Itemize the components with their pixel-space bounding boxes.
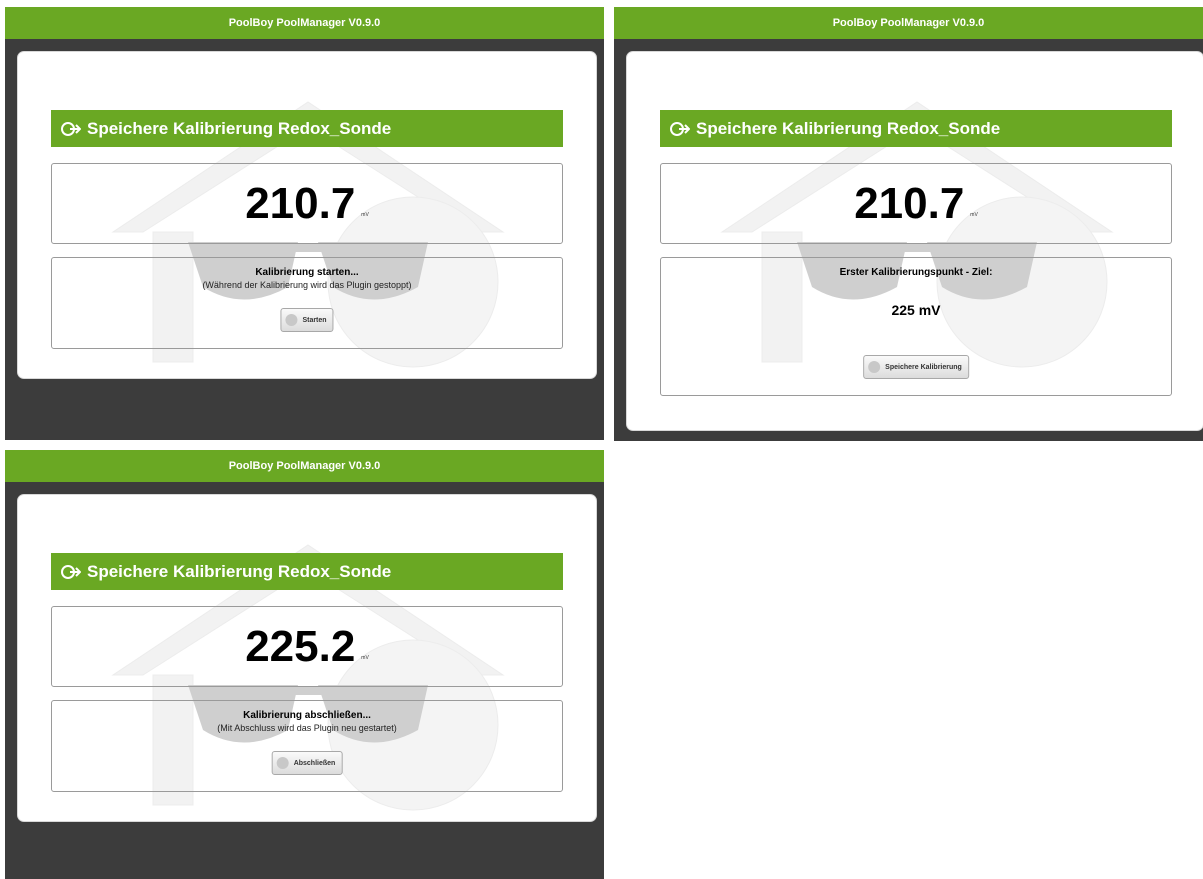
calibration-card: Speichere Kalibrierung Redox_Sonde 210.7… [17, 51, 597, 379]
heading-text: Speichere Kalibrierung Redox_Sonde [87, 561, 392, 581]
save-calibration-button-label: Speichere Kalibrierung [885, 363, 962, 371]
app-title-bar: PoolBoy PoolManager V0.9.0 [5, 7, 604, 39]
finish-button[interactable]: Abschließen [271, 751, 343, 775]
check-circle-icon [285, 314, 298, 326]
measurement-unit: mV [970, 211, 978, 218]
calibration-heading: Speichere Kalibrierung Redox_Sonde [660, 110, 1172, 147]
action-title: Erster Kalibrierungspunkt - Ziel: [839, 267, 993, 278]
measurement-box: 210.7 mV [51, 163, 563, 244]
app-title: PoolBoy PoolManager V0.9.0 [832, 17, 985, 29]
action-subtitle: (Mit Abschluss wird das Plugin neu gesta… [217, 723, 397, 733]
calibrate-arrow-icon [61, 564, 81, 579]
screenshot-finish-calibration: PoolBoy PoolManager V0.9.0 Speichere Kal… [5, 450, 604, 879]
save-calibration-button[interactable]: Speichere Kalibrierung [863, 355, 969, 379]
app-title-bar: PoolBoy PoolManager V0.9.0 [5, 450, 604, 482]
app-title-bar: PoolBoy PoolManager V0.9.0 [614, 7, 1203, 39]
finish-button-label: Abschließen [293, 759, 336, 767]
calibrate-arrow-icon [670, 121, 690, 136]
check-circle-icon [276, 757, 289, 769]
measurement-value: 225.2 [245, 621, 356, 671]
calibrate-arrow-icon [61, 121, 81, 136]
action-box: Kalibrierung abschließen... (Mit Abschlu… [51, 700, 563, 792]
calibration-heading: Speichere Kalibrierung Redox_Sonde [51, 110, 563, 147]
action-title: Kalibrierung abschließen... [243, 710, 371, 721]
measurement-box: 210.7 mV [660, 163, 1172, 244]
heading-text: Speichere Kalibrierung Redox_Sonde [696, 118, 1001, 138]
calibration-heading: Speichere Kalibrierung Redox_Sonde [51, 553, 563, 590]
screenshot-first-calibration-point: PoolBoy PoolManager V0.9.0 Speichere Kal… [614, 7, 1203, 441]
app-title: PoolBoy PoolManager V0.9.0 [228, 460, 381, 472]
heading-text: Speichere Kalibrierung Redox_Sonde [87, 118, 392, 138]
screenshot-start-calibration: PoolBoy PoolManager V0.9.0 Speichere Kal… [5, 7, 604, 440]
app-title: PoolBoy PoolManager V0.9.0 [228, 17, 381, 29]
calibration-card: Speichere Kalibrierung Redox_Sonde 210.7… [626, 51, 1203, 431]
action-box: Kalibrierung starten... (Während der Kal… [51, 257, 563, 349]
measurement-unit: mV [361, 211, 369, 218]
measurement-value: 210.7 [245, 178, 356, 228]
calibration-target: 225 mV [891, 302, 941, 318]
measurement-unit: mV [361, 654, 369, 661]
measurement-value: 210.7 [854, 178, 965, 228]
calibration-card: Speichere Kalibrierung Redox_Sonde 225.2… [17, 494, 597, 822]
start-button-label: Starten [302, 316, 327, 324]
action-subtitle: (Während der Kalibrierung wird das Plugi… [202, 280, 412, 290]
check-circle-icon [868, 361, 881, 373]
action-box: Erster Kalibrierungspunkt - Ziel: 225 mV… [660, 257, 1172, 396]
start-button[interactable]: Starten [280, 308, 334, 332]
action-title: Kalibrierung starten... [255, 267, 359, 278]
measurement-box: 225.2 mV [51, 606, 563, 687]
